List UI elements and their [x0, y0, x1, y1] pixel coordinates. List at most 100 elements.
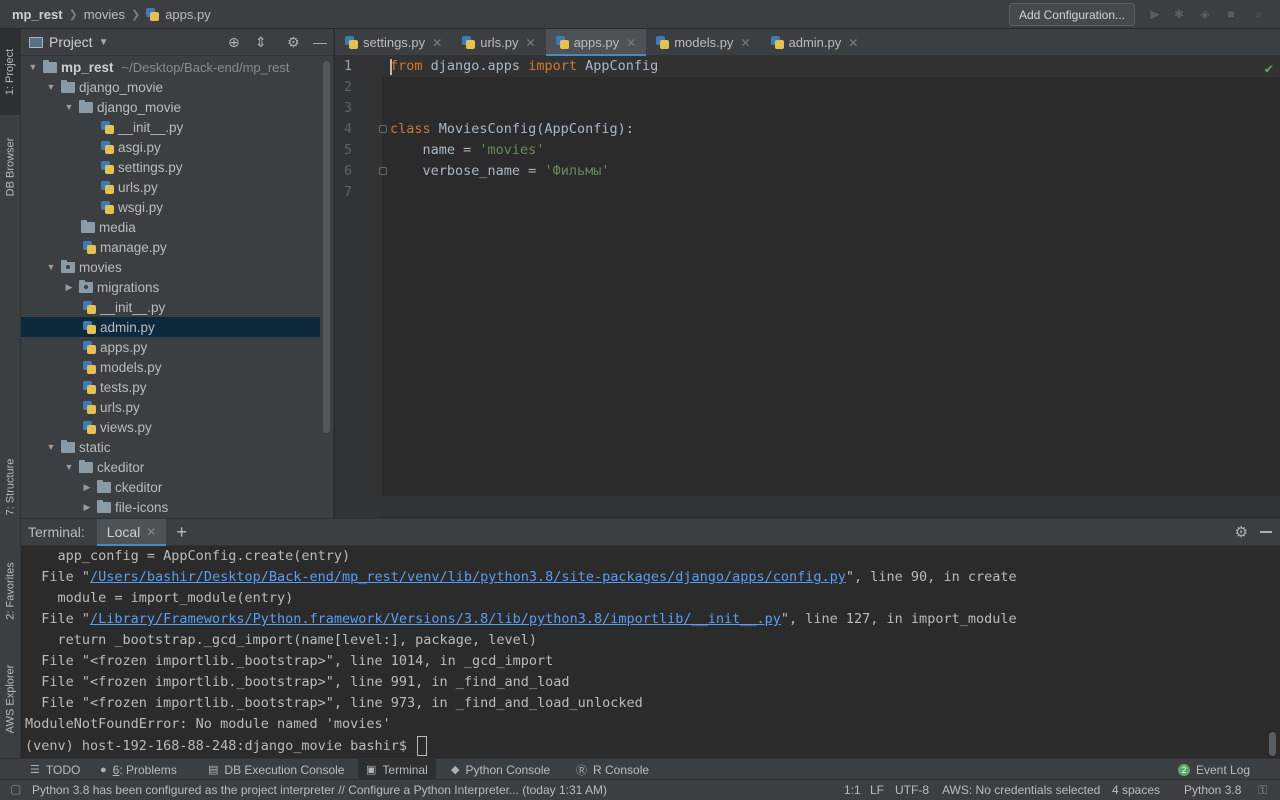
r-console-tab[interactable]: Ⓡ R Console [568, 759, 657, 780]
aws-credentials[interactable]: AWS: No credentials selected [942, 783, 1100, 797]
tree-item-django-movie-pkg[interactable]: ▼ django_movie [21, 97, 320, 117]
terminal-tab-local[interactable]: Local ✕ [96, 518, 167, 547]
close-icon[interactable]: ✕ [146, 525, 156, 539]
tree-item-tests-py[interactable]: tests.py [21, 377, 320, 397]
tree-item-admin-py[interactable]: admin.py [21, 317, 320, 337]
terminal-output[interactable]: app_config = AppConfig.create(entry) Fil… [21, 546, 1280, 758]
collapse-all-icon[interactable]: ⇕ [255, 34, 267, 51]
lock-icon[interactable]: ⚿ [1258, 783, 1267, 798]
event-log-tab[interactable]: 2 Event Log [1170, 759, 1258, 780]
file-link[interactable]: /Library/Frameworks/Python.framework/Ver… [90, 611, 781, 627]
project-view-selector[interactable]: Project [49, 34, 93, 50]
code-editor[interactable]: 1 2 3 4 5 6 7 from django.apps import Ap… [335, 56, 1280, 518]
gear-icon[interactable]: ⚙ [1235, 523, 1248, 541]
project-scrollbar[interactable] [323, 61, 330, 433]
line-separator[interactable]: LF [870, 783, 884, 797]
tree-item-django-movie[interactable]: ▼ django_movie [21, 77, 320, 97]
python-interpreter[interactable]: Python 3.8 [1184, 783, 1241, 797]
expanded-arrow-icon[interactable]: ▼ [27, 62, 39, 72]
indent-setting[interactable]: 4 spaces [1112, 783, 1160, 797]
chevron-down-icon[interactable]: ▼ [99, 37, 109, 48]
tree-item-movies-init-py[interactable]: __init__.py [21, 297, 320, 317]
db-execution-console-tab[interactable]: ▤ DB Execution Console [200, 759, 352, 780]
panel-toggle-icon[interactable]: ▢ [10, 782, 21, 796]
collapsed-arrow-icon[interactable]: ▶ [81, 502, 93, 513]
coverage-icon[interactable]: ◈ [1198, 7, 1212, 21]
search-icon[interactable]: ⌕ [1252, 7, 1266, 21]
tree-item-manage-py[interactable]: manage.py [21, 237, 320, 257]
tree-item-migrations[interactable]: ▶ migrations [21, 277, 320, 297]
tree-item-ckeditor[interactable]: ▼ ckeditor [21, 457, 320, 477]
expanded-arrow-icon[interactable]: ▼ [45, 442, 57, 452]
caret-position[interactable]: 1:1 [844, 783, 861, 797]
aws-explorer-tool-tab[interactable]: AWS Explorer [0, 651, 21, 747]
gear-icon[interactable]: ⚙ [287, 34, 300, 51]
file-encoding[interactable]: UTF-8 [895, 783, 929, 797]
terminal-prompt-line[interactable]: (venv) host-192-168-88-248:django_movie … [25, 736, 428, 756]
folder-icon [97, 499, 111, 513]
tree-item-ckeditor-sub[interactable]: ▶ ckeditor [21, 477, 320, 497]
breadcrumb-file[interactable]: apps.py [165, 7, 211, 22]
tree-item-label: manage.py [100, 239, 167, 255]
close-icon[interactable]: ✕ [626, 36, 636, 50]
project-tool-tab[interactable]: 1: Project [0, 29, 21, 115]
tab-settings-py[interactable]: settings.py ✕ [335, 29, 452, 56]
line-number: 1 [344, 59, 352, 74]
new-terminal-icon[interactable]: + [176, 522, 187, 543]
tree-item-wsgi-py[interactable]: wsgi.py [21, 197, 320, 217]
debug-icon[interactable]: ✱ [1172, 7, 1186, 21]
close-icon[interactable]: ✕ [526, 36, 536, 50]
problems-tool-tab[interactable]: ● 6: Problems [92, 759, 185, 780]
tree-item-asgi-py[interactable]: asgi.py [21, 137, 320, 157]
close-icon[interactable]: ✕ [432, 36, 442, 50]
hide-panel-icon[interactable]: — [313, 34, 327, 50]
inspection-ok-icon[interactable]: ✔ [1265, 61, 1273, 77]
structure-tool-tab[interactable]: 7: Structure [0, 447, 21, 527]
code-line-1: from django.apps import AppConfig [390, 58, 658, 74]
tool-tab-label: R Console [593, 762, 650, 777]
tree-item-media[interactable]: media [21, 217, 320, 237]
breadcrumb-folder[interactable]: movies [84, 7, 125, 22]
db-browser-tool-tab[interactable]: DB Browser [0, 121, 21, 213]
tab-urls-py[interactable]: urls.py ✕ [452, 29, 545, 56]
expanded-arrow-icon[interactable]: ▼ [45, 82, 57, 92]
terminal-scrollbar[interactable] [1269, 732, 1276, 756]
code-line-4: class MoviesConfig(AppConfig): [390, 121, 634, 137]
tree-item-static[interactable]: ▼ static [21, 437, 320, 457]
collapsed-arrow-icon[interactable]: ▶ [63, 282, 75, 293]
favorites-tool-tab[interactable]: 2: Favorites [0, 549, 21, 633]
expanded-arrow-icon[interactable]: ▼ [45, 262, 57, 272]
close-icon[interactable]: ✕ [740, 36, 750, 50]
tab-models-py[interactable]: models.py ✕ [646, 29, 760, 56]
tab-admin-py[interactable]: admin.py ✕ [761, 29, 869, 56]
breadcrumb-project[interactable]: mp_rest [12, 7, 63, 22]
locate-icon[interactable]: ⊕ [228, 34, 240, 51]
status-message[interactable]: Python 3.8 has been configured as the pr… [32, 783, 607, 797]
tree-item-views-py[interactable]: views.py [21, 417, 320, 437]
python-console-tab[interactable]: ◆ Python Console [443, 759, 558, 780]
tree-item-movies[interactable]: ▼ movies [21, 257, 320, 277]
expanded-arrow-icon[interactable]: ▼ [63, 462, 75, 472]
tree-item-apps-py[interactable]: apps.py [21, 337, 320, 357]
file-link[interactable]: /Users/bashir/Desktop/Back-end/mp_rest/v… [90, 569, 846, 585]
tree-item-movies-urls-py[interactable]: urls.py [21, 397, 320, 417]
expanded-arrow-icon[interactable]: ▼ [63, 102, 75, 112]
tree-item-settings-py[interactable]: settings.py [21, 157, 320, 177]
fold-marker-icon[interactable] [379, 125, 387, 133]
add-configuration-button[interactable]: Add Configuration... [1009, 3, 1135, 26]
tab-apps-py[interactable]: apps.py ✕ [545, 29, 647, 57]
todo-tool-tab[interactable]: ☰ TODO [22, 759, 88, 780]
tree-item-urls-py[interactable]: urls.py [21, 177, 320, 197]
tree-item-root[interactable]: ▼ mp_rest ~/Desktop/Back-end/mp_rest [21, 57, 320, 77]
close-icon[interactable]: ✕ [848, 36, 858, 50]
terminal-tool-tab[interactable]: ▣ Terminal [358, 759, 436, 780]
minimize-icon[interactable] [1260, 531, 1272, 533]
run-icon[interactable]: ▶ [1148, 7, 1162, 21]
stop-icon[interactable]: ■ [1224, 7, 1238, 21]
tree-item-models-py[interactable]: models.py [21, 357, 320, 377]
tree-item-init-py[interactable]: __init__.py [21, 117, 320, 137]
fold-marker-icon[interactable] [379, 167, 387, 175]
editor-horizontal-scroll[interactable] [382, 496, 1280, 516]
collapsed-arrow-icon[interactable]: ▶ [81, 482, 93, 493]
tree-item-file-icons[interactable]: ▶ file-icons [21, 497, 320, 517]
